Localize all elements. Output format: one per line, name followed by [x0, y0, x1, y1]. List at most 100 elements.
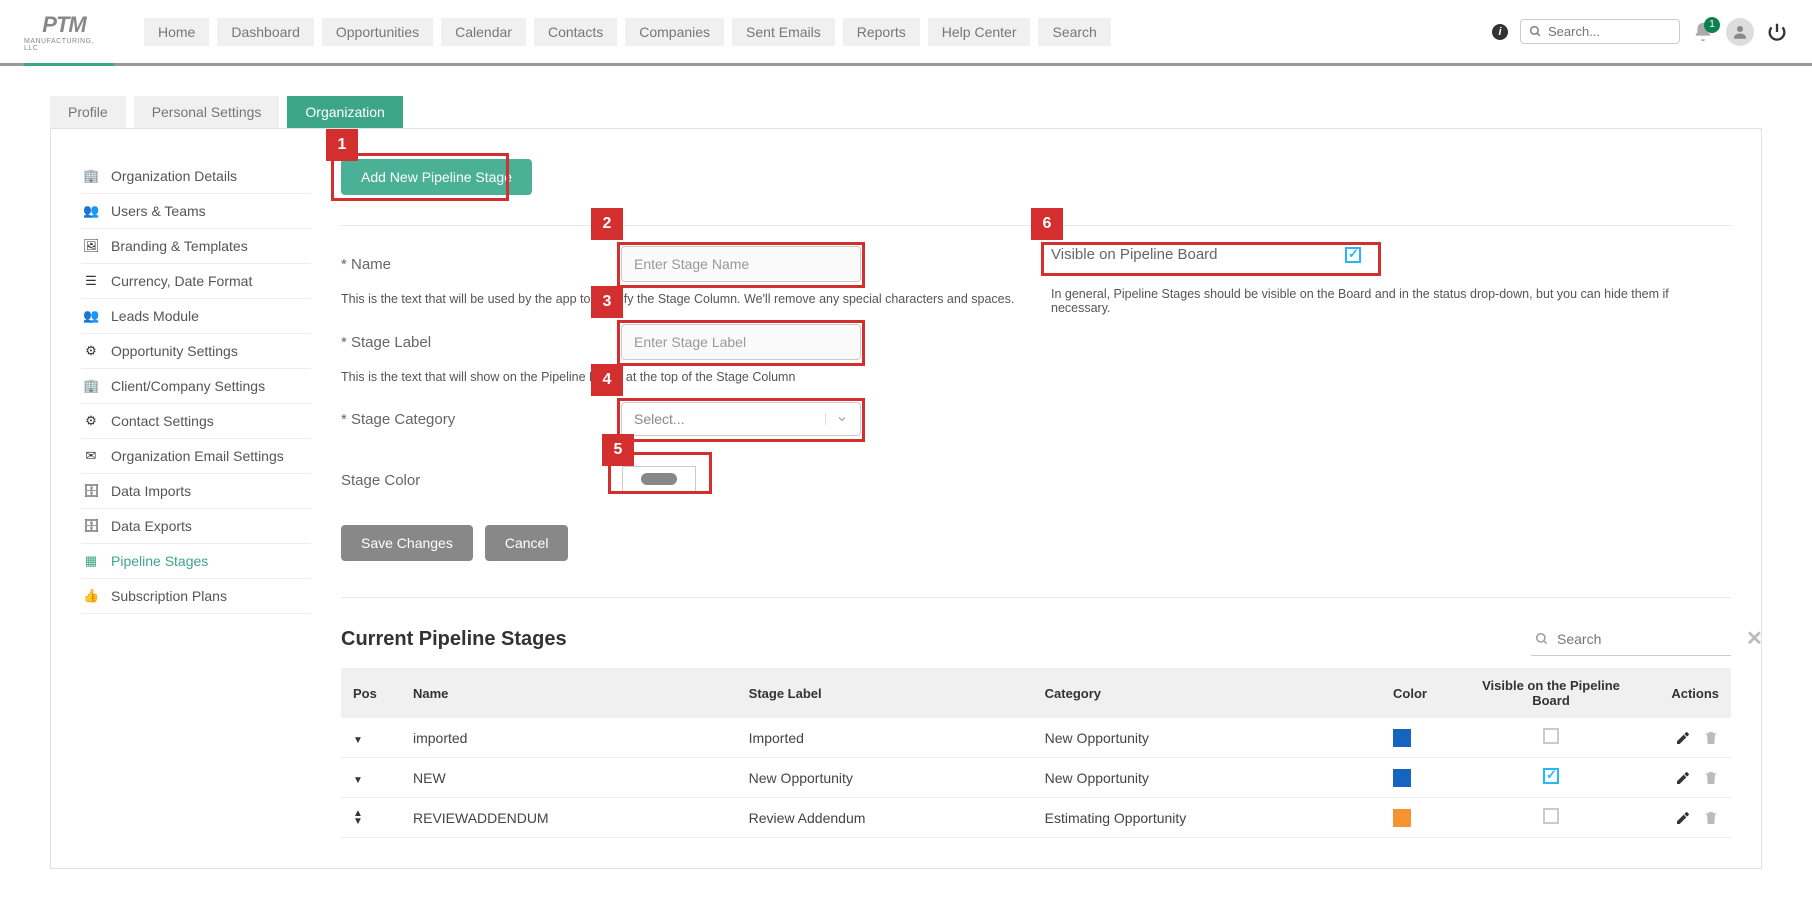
stage-label-label: * Stage Label	[341, 334, 431, 351]
global-search[interactable]	[1520, 19, 1680, 44]
search-input[interactable]	[1548, 24, 1671, 39]
color-cell	[1393, 809, 1411, 827]
name-label: * Name	[341, 256, 391, 273]
visible-checkbox[interactable]	[1543, 728, 1559, 744]
columns-icon: ▦	[83, 553, 99, 569]
sidebar-item-imports[interactable]: 🗄 Data Imports	[81, 474, 311, 509]
logo-text: PTM	[42, 12, 85, 38]
envelope-icon: ✉	[83, 448, 99, 464]
cell-category: New Opportunity	[1033, 718, 1381, 758]
sidebar-item-exports[interactable]: 🗄 Data Exports	[81, 509, 311, 544]
sidebar-item-label: Client/Company Settings	[111, 378, 265, 394]
list-icon: ☰	[83, 273, 99, 289]
nav-dashboard[interactable]: Dashboard	[217, 18, 314, 46]
cell-label: New Opportunity	[737, 758, 1033, 798]
marker-5: 5	[602, 434, 634, 466]
sidebar-item-label: Subscription Plans	[111, 588, 227, 604]
notifications-button[interactable]: 1	[1692, 21, 1714, 43]
cell-name: REVIEWADDENDUM	[401, 798, 737, 838]
th-category: Category	[1033, 668, 1381, 718]
sidebar-item-email[interactable]: ✉ Organization Email Settings	[81, 439, 311, 474]
sidebar-item-branding[interactable]: 🖼Branding & Templates	[81, 229, 311, 264]
table-search-input[interactable]	[1557, 631, 1738, 647]
sidebar-item-label: Pipeline Stages	[111, 553, 208, 569]
nav-companies[interactable]: Companies	[625, 18, 724, 46]
cancel-button[interactable]: Cancel	[485, 525, 569, 561]
sidebar-item-label: Branding & Templates	[111, 238, 248, 254]
th-pos: Pos	[341, 668, 401, 718]
tab-organization[interactable]: Organization	[287, 96, 402, 128]
sidebar-item-users-teams[interactable]: 👥Users & Teams	[81, 194, 311, 229]
table-row: ▲▼REVIEWADDENDUMReview AddendumEstimatin…	[341, 798, 1731, 838]
logo[interactable]: PTM MANUFACTURING, LLC	[24, 8, 104, 56]
color-cell	[1393, 729, 1411, 747]
sidebar-item-label: Data Exports	[111, 518, 192, 534]
users-icon: 👥	[83, 203, 99, 219]
visible-checkbox[interactable]	[1543, 768, 1559, 784]
sidebar-item-opportunity[interactable]: ⚙ Opportunity Settings	[81, 334, 311, 369]
database-icon: 🗄	[83, 483, 99, 499]
sidebar-item-label: Data Imports	[111, 483, 191, 499]
clear-icon[interactable]: ✕	[1746, 626, 1763, 651]
sidebar-item-client[interactable]: 🏢 Client/Company Settings	[81, 369, 311, 404]
delete-icon[interactable]	[1703, 730, 1719, 746]
arrow-down-icon[interactable]: ▼	[353, 775, 363, 786]
stage-label-help: This is the text that will show on the P…	[341, 370, 1021, 384]
delete-icon[interactable]	[1703, 770, 1719, 786]
save-button[interactable]: Save Changes	[341, 525, 473, 561]
user-avatar[interactable]	[1726, 18, 1754, 46]
building-icon: 🏢	[83, 168, 99, 184]
logo-sub: MANUFACTURING, LLC	[24, 38, 104, 52]
sidebar-item-contact[interactable]: ⚙Contact Settings	[81, 404, 311, 439]
cell-label: Imported	[737, 718, 1033, 758]
arrow-down-icon[interactable]: ▼	[353, 818, 389, 826]
search-icon	[1529, 25, 1542, 38]
sidebar-item-label: Leads Module	[111, 308, 199, 324]
table-title: Current Pipeline Stages	[341, 628, 567, 651]
sidebar-item-currency[interactable]: ☰Currency, Date Format	[81, 264, 311, 299]
th-color: Color	[1381, 668, 1451, 718]
power-icon[interactable]	[1766, 21, 1788, 43]
edit-icon[interactable]	[1675, 730, 1691, 746]
building-icon: 🏢	[83, 378, 99, 394]
cell-category: New Opportunity	[1033, 758, 1381, 798]
marker-4: 4	[591, 364, 623, 396]
pipeline-stages-table: Pos Name Stage Label Category Color Visi…	[341, 668, 1731, 838]
nav-opportunities[interactable]: Opportunities	[322, 18, 433, 46]
nav-calendar[interactable]: Calendar	[441, 18, 526, 46]
table-search[interactable]: ✕	[1531, 622, 1731, 656]
sidebar-item-org-details[interactable]: 🏢 Organization Details	[81, 159, 311, 194]
marker-1: 1	[326, 129, 358, 161]
tab-profile[interactable]: Profile	[50, 96, 126, 128]
marker-3: 3	[591, 286, 623, 318]
sidebar-item-leads[interactable]: 👥Leads Module	[81, 299, 311, 334]
sidebar-item-label: Organization Email Settings	[111, 448, 284, 464]
nav-home[interactable]: Home	[144, 18, 209, 46]
sidebar-item-pipeline[interactable]: ▦ Pipeline Stages	[81, 544, 311, 579]
top-nav: Home Dashboard Opportunities Calendar Co…	[144, 18, 1111, 46]
nav-help-center[interactable]: Help Center	[928, 18, 1031, 46]
edit-icon[interactable]	[1675, 810, 1691, 826]
sidebar-item-label: Organization Details	[111, 168, 237, 184]
color-cell	[1393, 769, 1411, 787]
visible-checkbox[interactable]	[1345, 247, 1361, 263]
nav-search[interactable]: Search	[1038, 18, 1110, 46]
database-icon: 🗄	[83, 518, 99, 534]
tab-personal-settings[interactable]: Personal Settings	[134, 96, 280, 128]
cell-label: Review Addendum	[737, 798, 1033, 838]
sidebar-item-label: Opportunity Settings	[111, 343, 238, 359]
delete-icon[interactable]	[1703, 810, 1719, 826]
sidebar-item-subscription[interactable]: 👍Subscription Plans	[81, 579, 311, 614]
cell-name: imported	[401, 718, 737, 758]
marker-4-box	[617, 398, 865, 442]
edit-icon[interactable]	[1675, 770, 1691, 786]
nav-contacts[interactable]: Contacts	[534, 18, 617, 46]
user-cog-icon: ⚙	[83, 343, 99, 359]
th-actions: Actions	[1651, 668, 1731, 718]
arrow-down-icon[interactable]: ▼	[353, 735, 363, 746]
nav-reports[interactable]: Reports	[843, 18, 920, 46]
info-icon[interactable]: i	[1492, 24, 1508, 40]
nav-sent-emails[interactable]: Sent Emails	[732, 18, 835, 46]
visible-checkbox[interactable]	[1543, 808, 1559, 824]
visible-help: In general, Pipeline Stages should be vi…	[1051, 287, 1731, 315]
